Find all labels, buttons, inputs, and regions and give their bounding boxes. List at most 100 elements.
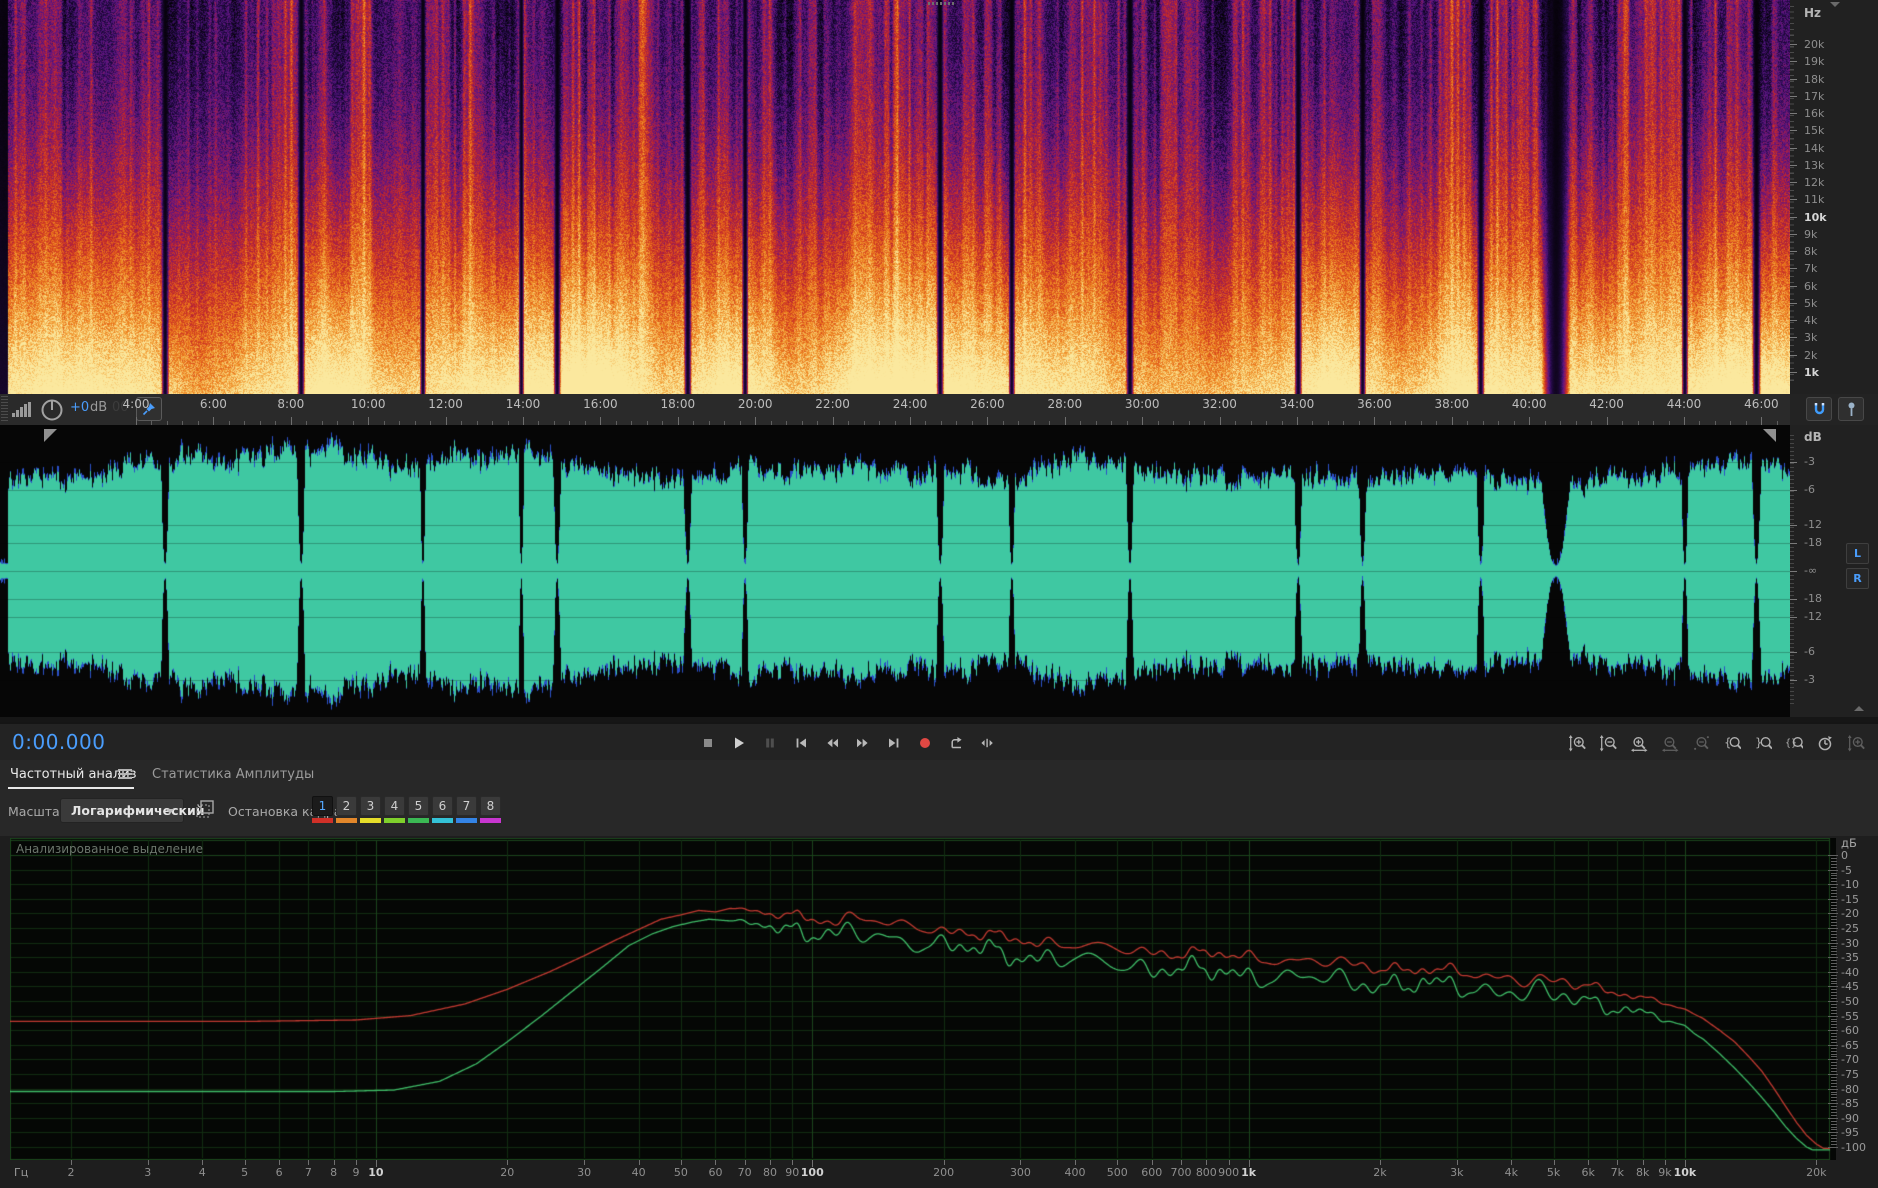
rewind-button[interactable]	[820, 729, 843, 757]
frequency-scale-label: 18k	[1804, 72, 1825, 86]
zoom-in-horizontally-button[interactable]	[1628, 729, 1651, 757]
chart-x-tick-label: 2k	[1373, 1166, 1387, 1179]
ruler-time-label: 22:00	[815, 397, 850, 411]
rewind-icon	[826, 738, 838, 748]
spectral-frequency-scale[interactable]: Hz 20k 19k 18k 17k 16k 15k 14k 13k 12k 11k 10k 9k 8k…	[1790, 0, 1878, 394]
chart-x-tick	[1588, 1160, 1590, 1165]
skip-to-start-button[interactable]	[789, 729, 812, 757]
frame-hold-button-6[interactable]: 6	[432, 796, 453, 816]
marker-button[interactable]	[1838, 397, 1864, 421]
frame-hold-color-2	[336, 818, 357, 823]
frame-hold-button-5[interactable]: 5	[408, 796, 429, 816]
chart-y-tick	[1831, 1123, 1837, 1125]
ruler-time-label: 10:00	[350, 397, 386, 411]
zoom-out-horizontally-button[interactable]	[1659, 729, 1682, 757]
zoom-reset-button[interactable]	[1845, 729, 1868, 757]
active-tab-underline	[8, 787, 134, 789]
zoom-out-vertically-button[interactable]	[1597, 729, 1620, 757]
spectrogram-view[interactable]	[0, 0, 1790, 394]
frame-hold-button-2[interactable]: 2	[336, 796, 357, 816]
panel-drag-handle[interactable]	[928, 2, 954, 5]
waveform-view[interactable]	[0, 425, 1790, 717]
zoom-in-vertically-button[interactable]	[1566, 729, 1589, 757]
play-button[interactable]	[727, 729, 750, 757]
frame-hold-button-8[interactable]: 8	[480, 796, 501, 816]
frequency-scale-label: 9k	[1804, 227, 1818, 241]
frame-hold-button-7[interactable]: 7	[456, 796, 477, 816]
channel-right-button[interactable]: R	[1846, 568, 1869, 589]
scale-select[interactable]: Логарифмический	[60, 798, 205, 823]
frame-hold-button-1[interactable]: 1	[312, 796, 333, 816]
panel-menu-icon[interactable]	[118, 769, 132, 780]
ruler-tick	[1297, 417, 1298, 425]
ruler-tick	[368, 417, 370, 425]
chart-y-tick	[1831, 977, 1837, 979]
panel-tabs: Частотный анализ Статистика Амплитуды	[0, 760, 1878, 793]
frame-hold-button-4[interactable]: 4	[384, 796, 405, 816]
stop-button[interactable]	[696, 729, 719, 757]
frequency-tick	[1790, 216, 1797, 218]
audio-editor-window: Hz 20k 19k 18k 17k 16k 15k 14k 13k 12k 11k 10k 9k 8k…	[0, 0, 1878, 1188]
skip-selection-button[interactable]	[975, 729, 998, 757]
frequency-tick	[1790, 164, 1797, 166]
scroll-down-arrow-icon[interactable]	[1854, 706, 1864, 711]
channel-left-button[interactable]: L	[1846, 543, 1869, 564]
zoom-out-full-button[interactable]	[1690, 729, 1713, 757]
db-scale-label: -12	[1804, 518, 1822, 531]
chart-y-tick	[1831, 995, 1837, 997]
timeline-ruler[interactable]: +0 dB 00 4:00 6:00 8:00 10:00 12:00 14:00 16:0…	[0, 394, 1790, 426]
frame-hold-button-3[interactable]: 3	[360, 796, 381, 816]
chart-y-tick	[1828, 1088, 1838, 1090]
frequency-ticks	[1790, 6, 1794, 382]
frequency-tick	[1790, 182, 1797, 183]
ruler-tick	[910, 417, 911, 425]
chart-y-tick	[1831, 860, 1837, 862]
stop-icon	[703, 739, 712, 747]
chart-x-tick	[1456, 1160, 1458, 1165]
chart-y-tick	[1831, 1126, 1837, 1128]
skip-to-end-button[interactable]	[882, 729, 905, 757]
skip-to-end-icon	[888, 738, 898, 748]
record-button[interactable]	[913, 729, 936, 757]
frequency-chart[interactable]	[10, 838, 1836, 1160]
chart-x-tick	[792, 1160, 794, 1165]
zoom-to-in-point-button[interactable]: {	[1721, 729, 1744, 757]
frequency-scale-label: 4k	[1804, 314, 1818, 327]
loop-playback-button[interactable]	[944, 729, 967, 757]
time-display[interactable]: 0:00.000	[12, 730, 105, 754]
chart-y-tick	[1831, 1129, 1837, 1131]
chart-y-tick	[1831, 1012, 1837, 1014]
snapshot-icon[interactable]	[196, 800, 216, 820]
frequency-scale-label: 5k	[1804, 296, 1818, 310]
chart-y-tick	[1831, 930, 1837, 932]
snap-toggle-button[interactable]	[1806, 397, 1832, 421]
fast-forward-button[interactable]	[851, 729, 874, 757]
tab-amplitude-statistics[interactable]: Статистика Амплитуды	[152, 767, 314, 782]
timer-button[interactable]	[1814, 729, 1837, 757]
chart-y-tick	[1831, 866, 1837, 868]
chart-y-tick	[1831, 965, 1837, 967]
chart-y-tick-label: -10	[1841, 878, 1859, 892]
fade-in-handle[interactable]	[44, 429, 57, 442]
chart-y-tick	[1831, 945, 1837, 947]
zoom-to-out-point-button[interactable]: }	[1752, 729, 1775, 757]
chart-y-tick	[1831, 1003, 1837, 1005]
chart-x-tick	[1816, 1160, 1818, 1165]
chart-x-tick-label: 6	[275, 1166, 283, 1179]
chart-y-tick	[1831, 1038, 1837, 1040]
chart-x-tick	[333, 1160, 335, 1165]
ruler-tick	[677, 417, 679, 425]
chart-x-tick-label: 5k	[1546, 1166, 1561, 1179]
scroll-up-arrow-icon[interactable]	[1830, 2, 1840, 7]
chart-x-tick-label: 8k	[1635, 1166, 1650, 1179]
zoom-to-selection-button[interactable]: {}	[1783, 729, 1806, 757]
zoom-out-horizontally-icon	[1662, 736, 1679, 752]
pause-button[interactable]	[758, 729, 781, 757]
fade-out-handle[interactable]	[1763, 429, 1776, 442]
ruler-time-label: 42:00	[1589, 397, 1624, 411]
chart-x-tick	[680, 1160, 682, 1165]
db-tick	[1790, 543, 1797, 544]
play-icon	[734, 737, 744, 749]
chart-y-tick	[1831, 890, 1837, 892]
chart-y-tick-label: -45	[1841, 980, 1859, 994]
